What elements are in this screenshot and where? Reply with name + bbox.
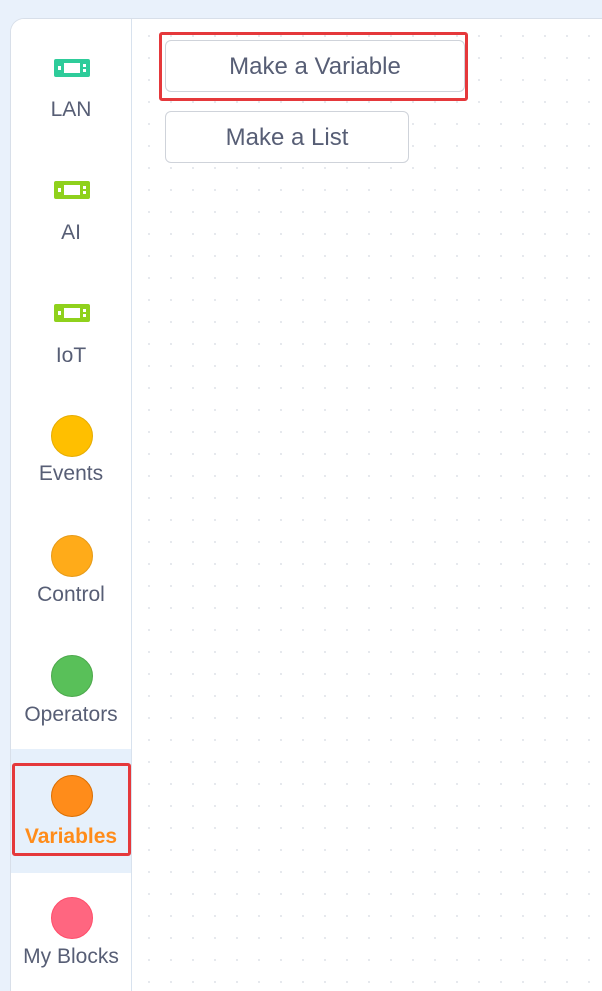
category-sidebar: LAN AI IoT Events Control Operators Vari… bbox=[11, 19, 132, 991]
iot-extension-icon bbox=[54, 304, 90, 322]
category-label: LAN bbox=[50, 98, 92, 121]
category-iot[interactable]: IoT bbox=[11, 281, 131, 395]
category-label: AI bbox=[61, 221, 81, 244]
make-list-button[interactable]: Make a List bbox=[165, 111, 409, 163]
category-variables[interactable]: Variables bbox=[11, 749, 131, 873]
variables-dot-icon bbox=[51, 775, 93, 817]
category-label: My Blocks bbox=[23, 945, 119, 968]
category-control[interactable]: Control bbox=[11, 517, 131, 631]
control-dot-icon bbox=[51, 535, 93, 577]
app-frame: LAN AI IoT Events Control Operators Vari… bbox=[10, 18, 602, 991]
ai-extension-icon bbox=[54, 181, 90, 199]
category-label: IoT bbox=[55, 344, 87, 367]
events-dot-icon bbox=[51, 415, 93, 457]
category-lan[interactable]: LAN bbox=[11, 39, 131, 153]
category-label: Variables bbox=[24, 825, 118, 848]
category-label: Control bbox=[37, 583, 105, 606]
make-variable-button[interactable]: Make a Variable bbox=[165, 40, 465, 92]
my-blocks-dot-icon bbox=[51, 897, 93, 939]
category-label: Events bbox=[38, 462, 104, 485]
lan-extension-icon bbox=[54, 59, 90, 77]
blocks-palette-workspace: Make a Variable Make a List bbox=[132, 19, 602, 991]
category-label: Operators bbox=[24, 703, 118, 726]
category-my-blocks[interactable]: My Blocks bbox=[11, 879, 131, 991]
category-events[interactable]: Events bbox=[11, 397, 131, 511]
category-ai[interactable]: AI bbox=[11, 159, 131, 273]
operators-dot-icon bbox=[51, 655, 93, 697]
category-operators[interactable]: Operators bbox=[11, 637, 131, 751]
